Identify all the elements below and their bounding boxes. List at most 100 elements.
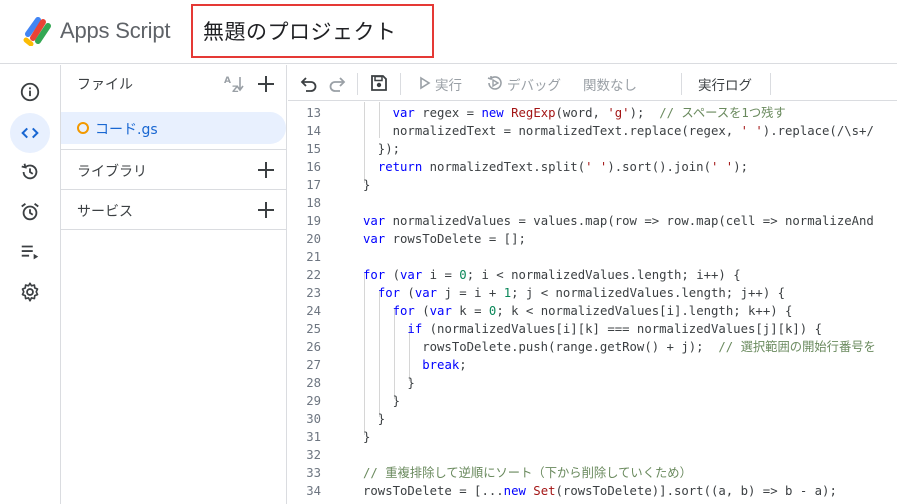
code-line[interactable]: 28 } [288, 374, 897, 392]
code-line[interactable]: 25 if (normalizedValues[i][k] === normal… [288, 320, 897, 338]
save-icon[interactable] [368, 72, 390, 94]
overview-button[interactable] [10, 72, 50, 112]
editor-button[interactable] [10, 113, 50, 153]
add-library-icon[interactable] [255, 159, 277, 181]
line-number: 25 [306, 322, 321, 336]
line-number: 17 [306, 178, 321, 192]
code-line[interactable]: 17} [288, 176, 897, 194]
settings-button[interactable] [10, 272, 50, 312]
code-line[interactable]: 21 [288, 248, 897, 266]
code-line[interactable]: 24 for (var k = 0; k < normalizedValues[… [288, 302, 897, 320]
code-line[interactable]: 27 break; [288, 356, 897, 374]
line-number: 26 [306, 340, 321, 354]
files-label: ファイル [77, 77, 133, 93]
line-number: 14 [306, 124, 321, 138]
code-line[interactable]: 18 [288, 194, 897, 212]
line-number: 34 [306, 484, 321, 498]
add-service-icon[interactable] [255, 199, 277, 221]
code-line[interactable]: 16 return normalizedText.split(' ').sort… [288, 158, 897, 176]
line-number: 27 [306, 358, 321, 372]
file-name: コード.gs [95, 122, 158, 138]
files-panel: ファイル A Z コード.gs ライブラリ サービス [61, 65, 287, 504]
history-icon [21, 163, 38, 180]
line-number: 20 [306, 232, 321, 246]
services-section[interactable]: サービス [61, 189, 286, 229]
code-text: } [363, 376, 415, 390]
code-line[interactable]: 32 [288, 446, 897, 464]
line-number: 13 [306, 106, 321, 120]
libraries-section[interactable]: ライブラリ [61, 149, 286, 189]
code-text: } [363, 178, 371, 192]
execution-log-button[interactable]: 実行ログ [698, 74, 752, 94]
app-name: Apps Script [60, 18, 171, 43]
code-line[interactable]: 29 } [288, 392, 897, 410]
code-line[interactable]: 23 for (var j = i + 1; j < normalizedVal… [288, 284, 897, 302]
toolbar-divider [770, 73, 771, 95]
code-line[interactable]: 19 var normalizedValues = values.map(row … [288, 212, 897, 230]
code-text: // 重複排除して逆順にソート（下から削除していくため） [363, 466, 692, 480]
run-button[interactable]: 実行 [435, 74, 462, 94]
code-text: } [363, 412, 386, 426]
code-text: }); [363, 142, 401, 156]
code-editor[interactable]: 13 var regex = new RegExp(word, 'g'); //… [288, 102, 897, 504]
code-line[interactable]: 34 rowsToDelete = [...new Set(rowsToDelet… [288, 482, 897, 500]
code-line[interactable]: 13 var regex = new RegExp(word, 'g'); //… [288, 104, 897, 122]
line-number: 31 [306, 430, 321, 444]
code-text: for (var k = 0; k < normalizedValues[i].… [392, 304, 793, 318]
toolbar-divider [681, 73, 682, 95]
debug-button[interactable]: デバッグ [507, 74, 561, 94]
toolbar-divider [357, 73, 358, 95]
debug-icon[interactable] [484, 72, 506, 94]
line-number: 29 [306, 394, 321, 408]
run-icon[interactable] [418, 72, 432, 94]
code-line[interactable]: 33 // 重複排除して逆順にソート（下から削除していくため） [288, 464, 897, 482]
line-number: 22 [306, 268, 321, 282]
triggers-history-button[interactable] [10, 152, 50, 192]
info-icon [20, 82, 40, 102]
code-text: rowsToDelete.push(range.getRow() + j); /… [363, 340, 876, 354]
redo-icon[interactable] [326, 72, 348, 94]
function-select[interactable]: 関数なし [583, 74, 637, 94]
code-text: var regex = new RegExp(word, 'g'); // スペ… [392, 106, 786, 120]
sort-az-icon[interactable]: A Z [223, 73, 245, 95]
code-text: var rowsToDelete = []; [363, 232, 526, 246]
code-line[interactable]: 20 var rowsToDelete = []; [288, 230, 897, 248]
code-icon [21, 127, 39, 139]
line-number: 32 [306, 448, 321, 462]
line-number: 23 [306, 286, 321, 300]
project-title[interactable]: 無題のプロジェクト [203, 16, 397, 46]
code-text: } [363, 394, 401, 408]
app-header: Apps Script 無題のプロジェクト [0, 0, 897, 64]
code-text: var normalizedValues = values.map(row =>… [363, 214, 874, 228]
code-line[interactable]: 31} [288, 428, 897, 446]
file-item-code-gs[interactable]: コード.gs [61, 112, 286, 144]
code-text: if (normalizedValues[i][k] === normalize… [407, 322, 823, 336]
code-line[interactable]: 30 } [288, 410, 897, 428]
triggers-button[interactable] [10, 192, 50, 232]
services-label: サービス [77, 204, 133, 220]
svg-text:A: A [224, 76, 231, 86]
code-text: break; [422, 358, 467, 372]
code-text: for (var j = i + 1; j < normalizedValues… [377, 286, 786, 300]
code-line[interactable]: 14 normalizedText = normalizedText.repla… [288, 122, 897, 140]
code-line[interactable]: 15 }); [288, 140, 897, 158]
executions-button[interactable] [10, 232, 50, 272]
file-status-dot [77, 122, 89, 134]
code-line[interactable]: 22 for (var i = 0; i < normalizedValues.l… [288, 266, 897, 284]
line-number: 18 [306, 196, 321, 210]
line-number: 19 [306, 214, 321, 228]
code-text: for (var i = 0; i < normalizedValues.len… [363, 268, 741, 282]
add-file-icon[interactable] [255, 73, 277, 95]
line-number: 30 [306, 412, 321, 426]
alarm-icon [21, 203, 39, 221]
code-text: rowsToDelete = [...new Set(rowsToDelete)… [363, 484, 837, 498]
toolbar-divider [400, 73, 401, 95]
files-header: ファイル A Z [61, 65, 286, 101]
apps-script-logo[interactable] [22, 16, 54, 46]
executions-icon [21, 245, 39, 260]
code-text: return normalizedText.split(' ').sort().… [377, 160, 749, 174]
line-number: 33 [306, 466, 321, 480]
code-line[interactable]: 26 rowsToDelete.push(range.getRow() + j)… [288, 338, 897, 356]
undo-icon[interactable] [298, 72, 320, 94]
code-text: normalizedText = normalizedText.replace(… [363, 124, 874, 138]
